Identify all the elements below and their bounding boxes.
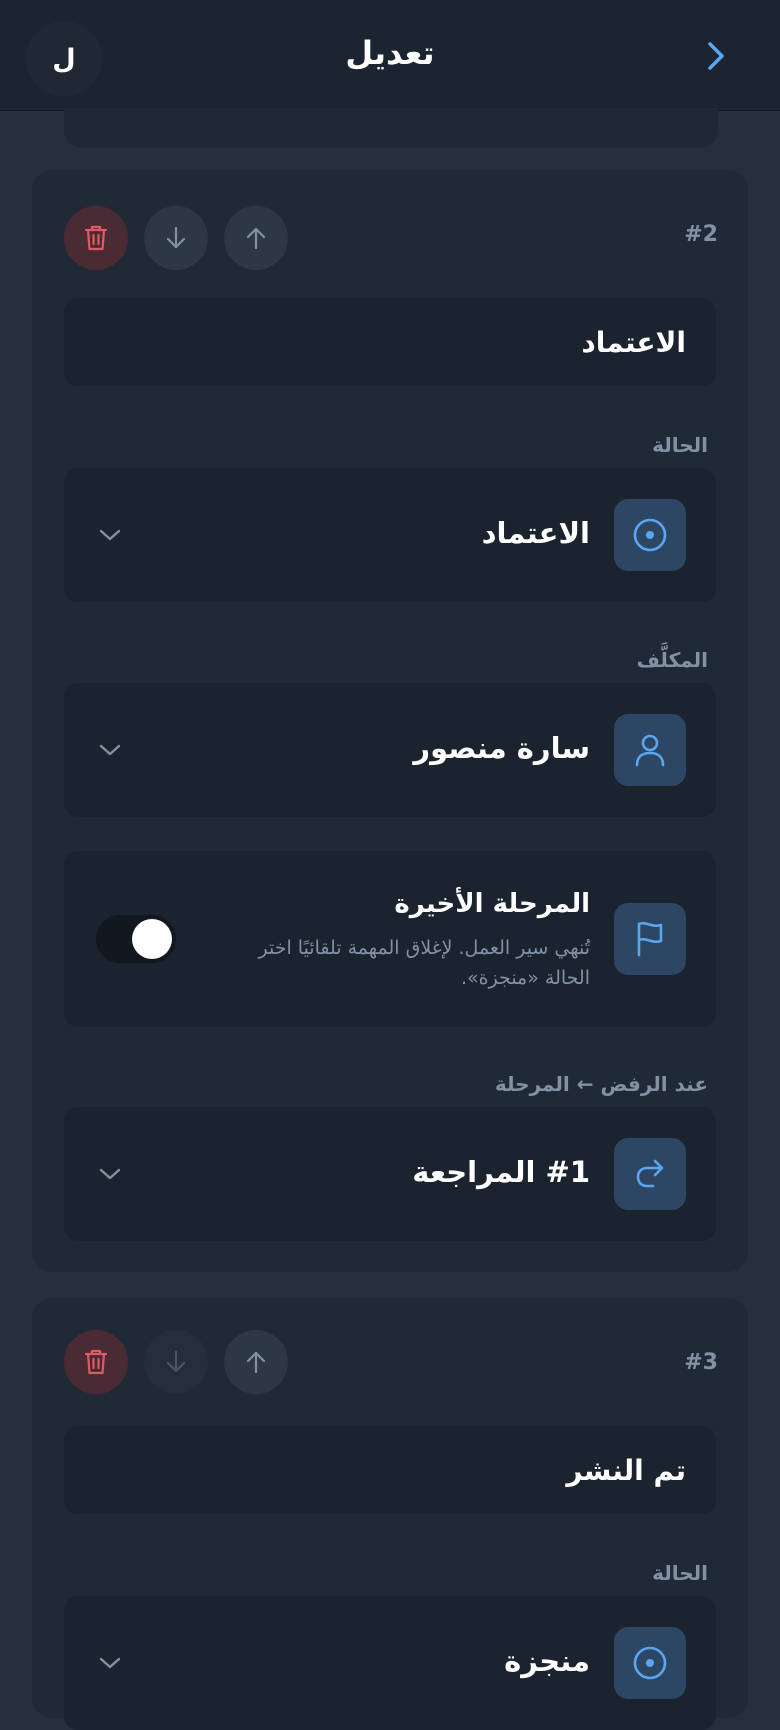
move-up-button[interactable]: [224, 206, 288, 270]
delete-step-button[interactable]: [64, 206, 128, 270]
redirect-arrow-icon: [636, 1159, 664, 1188]
on-reject-value: #1 المراجعة: [412, 1155, 590, 1189]
status-circle-icon: [633, 1646, 667, 1680]
step-card: #2 الاعتماد الحالة الاعتماد المكلَّف سار…: [32, 170, 748, 1272]
back-button[interactable]: [700, 38, 732, 74]
status-value: الاعتماد: [481, 516, 590, 550]
arrow-down-icon: [166, 226, 186, 249]
chevron-down-icon: [99, 529, 121, 541]
trash-icon: [84, 225, 108, 251]
status-circle-icon: [633, 518, 667, 552]
chevron-down-icon: [99, 1168, 121, 1180]
page-title: تعديل: [345, 34, 435, 72]
assignee-value: سارة منصور: [413, 731, 590, 765]
arrow-up-icon: [246, 227, 266, 250]
move-down-button[interactable]: [144, 206, 208, 270]
final-stage-icon-box: [614, 903, 686, 975]
on-reject-select[interactable]: #1 المراجعة: [64, 1107, 716, 1241]
move-up-button[interactable]: [224, 1330, 288, 1394]
status-value: منجزة: [504, 1644, 590, 1678]
chevron-down-icon: [99, 744, 121, 756]
assignee-icon-box: [614, 714, 686, 786]
move-down-button[interactable]: [144, 1330, 208, 1394]
status-select[interactable]: الاعتماد: [64, 468, 716, 602]
status-label: الحالة: [652, 1561, 708, 1585]
step-number: #2: [684, 222, 718, 247]
step-name-input[interactable]: الاعتماد: [64, 298, 716, 386]
user-icon: [635, 734, 665, 767]
flag-icon: [637, 922, 663, 957]
chevron-down-icon: [99, 1657, 121, 1669]
trash-icon: [84, 1349, 108, 1375]
assignee-select[interactable]: سارة منصور: [64, 683, 716, 817]
step-name-input[interactable]: تم النشر: [64, 1426, 716, 1514]
final-stage-description: تُنهي سير العمل. لإغلاق المهمة تلقائيًا …: [258, 937, 591, 989]
status-label: الحالة: [652, 433, 708, 457]
final-stage-toggle[interactable]: [96, 915, 176, 963]
arrow-up-icon: [246, 1351, 266, 1374]
arrow-down-icon: [166, 1350, 186, 1373]
status-select[interactable]: منجزة: [64, 1596, 716, 1730]
delete-step-button[interactable]: [64, 1330, 128, 1394]
assignee-label: المكلَّف: [636, 648, 708, 672]
step-number: #3: [684, 1350, 718, 1375]
chevron-right-icon: [708, 42, 724, 70]
final-stage-option: المرحلة الأخيرة تُنهي سير العمل. لإغلاق …: [64, 851, 716, 1027]
status-icon-box: [614, 499, 686, 571]
on-reject-label: عند الرفض ← المرحلة: [494, 1072, 708, 1096]
on-reject-icon-box: [614, 1138, 686, 1210]
status-icon-box: [614, 1627, 686, 1699]
top-bar: ل تعديل: [0, 0, 780, 111]
toggle-knob: [132, 919, 172, 959]
final-stage-title: المرحلة الأخيرة: [394, 889, 590, 919]
previous-step-card: [64, 108, 718, 148]
step-card: #3 تم النشر الحالة منجزة: [32, 1298, 748, 1730]
